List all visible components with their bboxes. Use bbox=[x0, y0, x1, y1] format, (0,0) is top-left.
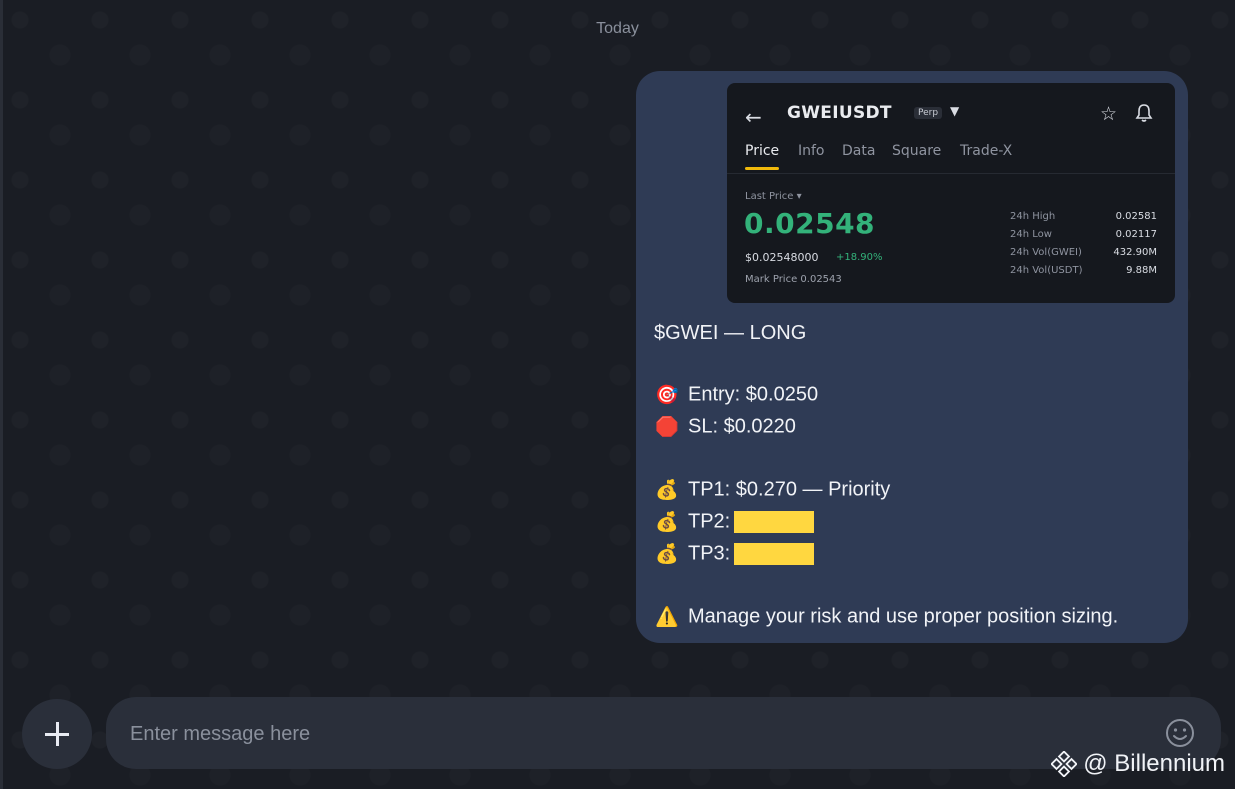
back-arrow-icon: ← bbox=[745, 105, 762, 129]
stat-value-vol-quote: 9.88M bbox=[1126, 265, 1157, 276]
warning-icon: ⚠️ bbox=[655, 607, 679, 628]
tab-trade-x: Trade-X bbox=[960, 143, 1013, 159]
mark-price: Mark Price 0.02543 bbox=[745, 274, 842, 285]
tab-data: Data bbox=[842, 143, 876, 159]
screenshot-header: ← GWEIUSDT Perp ▼ ☆ bbox=[745, 101, 1157, 131]
stat-label-vol-base: 24h Vol(GWEI) bbox=[1010, 247, 1082, 258]
panel-divider bbox=[0, 0, 3, 789]
perp-badge: Perp bbox=[914, 107, 943, 119]
date-separator: Today bbox=[596, 20, 639, 37]
stat-value-vol-base: 432.90M bbox=[1113, 247, 1157, 258]
target-icon: 🎯 bbox=[655, 385, 679, 406]
active-tab-underline bbox=[745, 167, 779, 170]
bell-icon bbox=[1135, 104, 1153, 122]
message-entry: 🎯 Entry: $0.0250 bbox=[655, 383, 819, 406]
stat-value-high: 0.02581 bbox=[1115, 211, 1157, 222]
redacted-value bbox=[734, 511, 815, 533]
last-price-value: 0.02548 bbox=[744, 207, 876, 240]
stat-value-low: 0.02117 bbox=[1115, 229, 1157, 240]
money-bag-icon: 💰 bbox=[655, 512, 679, 533]
emoji-icon[interactable] bbox=[1164, 717, 1196, 749]
last-price-label: Last Price ▾ bbox=[745, 191, 802, 202]
message-stop-loss: 🛑 SL: $0.0220 bbox=[655, 415, 796, 438]
message-tp2: 💰 TP2: bbox=[654, 510, 815, 534]
tab-info: Info bbox=[798, 143, 825, 159]
stat-label-high: 24h High bbox=[1010, 211, 1056, 222]
money-bag-icon: 💰 bbox=[655, 480, 679, 501]
screenshot-divider bbox=[727, 173, 1175, 174]
star-icon: ☆ bbox=[1099, 103, 1117, 125]
attached-screenshot[interactable]: ← GWEIUSDT Perp ▼ ☆ Price Info Data Squa… bbox=[727, 83, 1175, 303]
trading-symbol: GWEIUSDT bbox=[787, 103, 892, 123]
message-tp1: 💰 TP1: $0.270 — Priority bbox=[655, 478, 891, 501]
message-title: $GWEI — LONG bbox=[654, 322, 807, 344]
tab-square: Square bbox=[892, 143, 942, 159]
attach-button[interactable] bbox=[22, 699, 92, 769]
message-input[interactable] bbox=[130, 719, 1130, 749]
watermark: @ Billennium bbox=[1051, 750, 1225, 778]
message-bubble[interactable]: ← GWEIUSDT Perp ▼ ☆ Price Info Data Squa… bbox=[636, 71, 1188, 643]
binance-logo-icon bbox=[1051, 751, 1078, 777]
price-usd: $0.02548000 bbox=[745, 251, 819, 264]
tab-price: Price bbox=[745, 143, 780, 159]
money-bag-icon: 💰 bbox=[655, 544, 679, 565]
stop-sign-icon: 🛑 bbox=[655, 417, 679, 438]
caret-down-icon: ▼ bbox=[950, 104, 960, 118]
message-warning: ⚠️ Manage your risk and use proper positi… bbox=[655, 605, 1119, 628]
price-change: +18.90% bbox=[836, 252, 883, 263]
stat-label-vol-quote: 24h Vol(USDT) bbox=[1010, 265, 1083, 276]
redacted-value bbox=[734, 543, 815, 565]
screenshot-tabs: Price Info Data Square Trade-X bbox=[745, 143, 1175, 171]
watermark-text: @ Billennium bbox=[1083, 750, 1225, 777]
message-tp3: 💰 TP3: bbox=[654, 542, 815, 566]
stat-label-low: 24h Low bbox=[1010, 229, 1052, 240]
